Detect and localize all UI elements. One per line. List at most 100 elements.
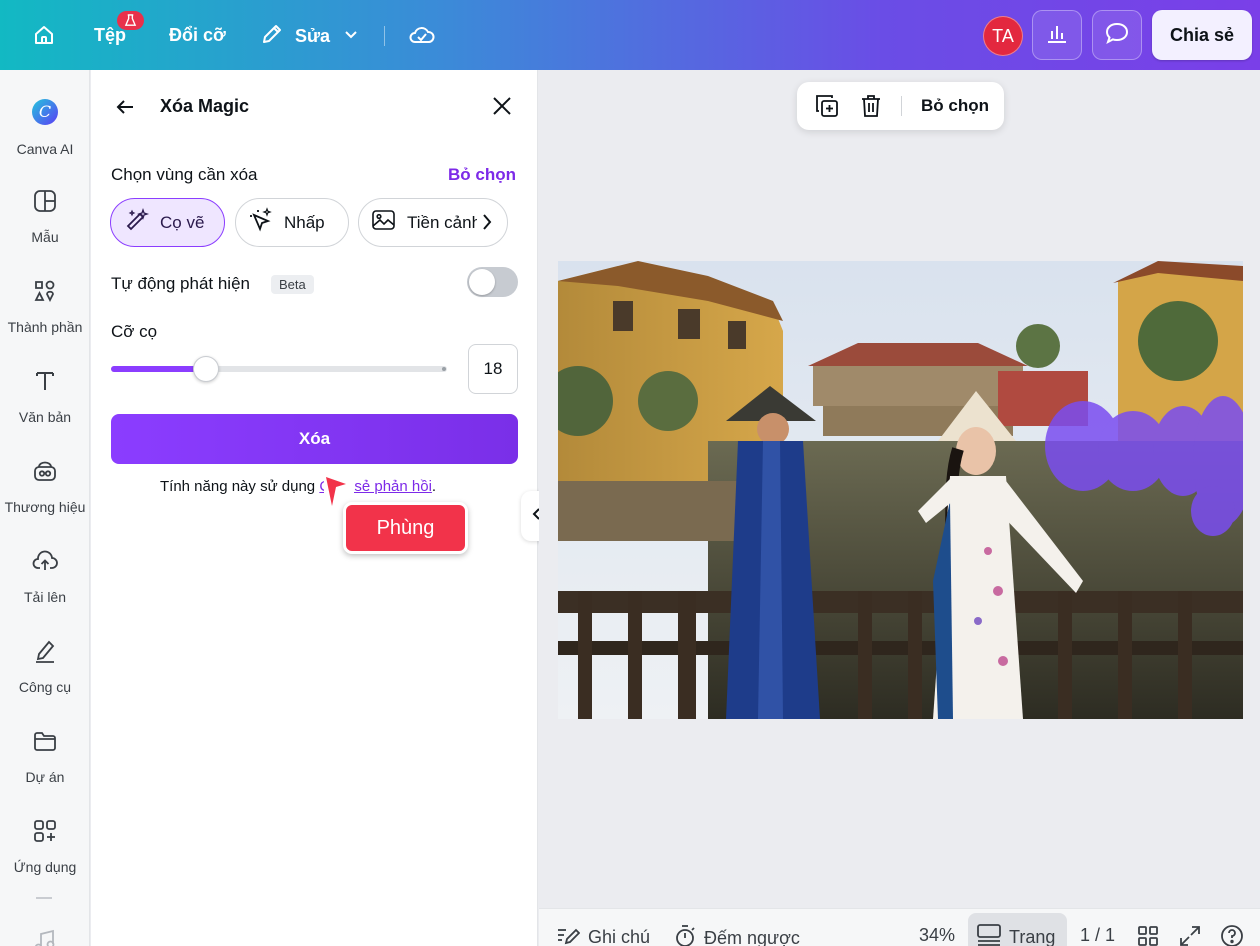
sidebar-item-apps[interactable]: Ứng dụng — [0, 818, 90, 875]
sidebar-item-tools[interactable]: Công cụ — [0, 638, 90, 695]
pencil-icon — [260, 22, 284, 51]
close-icon[interactable] — [491, 95, 513, 122]
sidebar-item-uploads[interactable]: Tải lên — [0, 548, 90, 605]
pages-icon — [977, 924, 1001, 946]
magic-eraser-panel: Xóa Magic Chọn vùng cần xóa Bỏ chọn Cọ v… — [91, 70, 538, 946]
auto-detect-label: Tự động phát hiện — [111, 274, 250, 293]
left-sidebar: C Canva AI Mẫu Thành phần Văn bản Thương… — [0, 70, 90, 946]
templates-icon — [32, 188, 58, 219]
toolbar-divider — [901, 96, 902, 116]
deselect-link[interactable]: Bỏ chọn — [448, 165, 516, 185]
beta-badge: Beta — [271, 275, 314, 294]
sidebar-item-label: Canva AI — [16, 141, 74, 157]
sidebar-divider — [36, 897, 52, 899]
feedback-note: Tính năng này sử dụng Chia sẻ phản hồi. — [160, 478, 436, 495]
tools-icon — [32, 638, 58, 669]
duplicate-icon[interactable] — [814, 93, 840, 124]
edit-menu[interactable]: Sửa — [260, 22, 358, 51]
zoom-level[interactable]: 34% — [919, 925, 955, 946]
sidebar-item-brand[interactable]: Thương hiệu — [0, 458, 90, 515]
brand-icon — [32, 458, 58, 489]
sidebar-item-label: Ứng dụng — [13, 859, 77, 875]
magic-click-icon — [248, 207, 284, 238]
toggle-knob — [469, 269, 495, 295]
page-count: 1 / 1 — [1080, 925, 1116, 945]
comments-button[interactable] — [1092, 10, 1142, 60]
top-bar: Tệp Đổi cỡ Sửa TA Chia sẻ — [0, 0, 1260, 70]
stopwatch-icon — [674, 924, 696, 946]
mode-label: Tiền cảnh — [407, 212, 482, 232]
canva-ai-icon: C — [31, 98, 59, 131]
share-button[interactable]: Chia sẻ — [1152, 10, 1252, 60]
mode-label: Nhấp — [284, 212, 325, 232]
edit-label: Sửa — [295, 26, 331, 46]
chevron-right-icon[interactable] — [477, 213, 503, 236]
folder-icon — [32, 728, 58, 759]
upload-icon — [32, 548, 58, 579]
home-icon[interactable] — [32, 23, 56, 47]
feedback-note-suffix: . — [431, 478, 437, 495]
apps-icon — [32, 818, 58, 849]
sidebar-item-label: Thương hiệu — [4, 499, 86, 515]
sidebar-item-canva-ai[interactable]: C Canva AI — [0, 98, 90, 157]
sidebar-item-label: Thành phần — [7, 319, 83, 335]
magic-brush-icon — [124, 207, 160, 238]
collaborator-name-tag: Phùng — [343, 502, 468, 554]
sidebar-item-audio[interactable] — [0, 928, 90, 946]
panel-title: Xóa Magic — [160, 96, 250, 116]
chevron-down-icon — [344, 26, 358, 47]
comment-icon — [1104, 20, 1130, 51]
sidebar-item-label: Mẫu — [31, 229, 59, 245]
back-arrow-icon[interactable] — [113, 95, 137, 124]
brush-size-slider[interactable] — [111, 356, 447, 382]
bar-chart-icon — [1045, 21, 1069, 50]
sidebar-item-text[interactable]: Văn bản — [0, 368, 90, 425]
music-icon — [32, 928, 58, 946]
slider-fill — [111, 366, 207, 372]
trash-icon[interactable] — [859, 93, 883, 124]
sidebar-item-label: Văn bản — [18, 409, 72, 425]
elements-icon — [32, 278, 58, 309]
canvas-photo[interactable] — [558, 261, 1243, 719]
feedback-note-text: Tính năng này sử dụng — [160, 478, 320, 495]
notes-label: Ghi chú — [588, 927, 651, 946]
insights-button[interactable] — [1032, 10, 1082, 60]
svg-text:C: C — [39, 102, 51, 121]
notes-icon — [556, 924, 581, 946]
sidebar-item-projects[interactable]: Dự án — [0, 728, 90, 785]
grid-view-icon[interactable] — [1137, 925, 1159, 946]
mode-click-chip[interactable]: Nhấp — [235, 198, 349, 247]
timer-button[interactable]: Đếm ngược — [674, 924, 800, 946]
sidebar-item-elements[interactable]: Thành phần — [0, 278, 90, 335]
notes-button[interactable]: Ghi chú — [556, 924, 650, 946]
user-avatar[interactable]: TA — [983, 16, 1023, 56]
sidebar-item-label: Công cụ — [18, 679, 72, 695]
resize-menu[interactable]: Đổi cỡ — [169, 25, 226, 46]
sidebar-item-templates[interactable]: Mẫu — [0, 188, 90, 245]
fullscreen-icon[interactable] — [1179, 925, 1201, 946]
brush-size-input[interactable]: 18 — [468, 344, 518, 394]
mode-foreground-chip[interactable]: Tiền cảnh — [358, 198, 508, 247]
topbar-divider — [384, 26, 385, 46]
mode-label: Cọ vẽ — [160, 212, 205, 232]
image-landscape-icon — [371, 207, 407, 238]
auto-detect-toggle[interactable] — [467, 267, 518, 297]
cloud-saved-icon[interactable] — [408, 22, 436, 48]
mode-brush-chip[interactable]: Cọ vẽ — [110, 198, 225, 247]
deselect-button[interactable]: Bỏ chọn — [921, 96, 989, 116]
pages-label: Trang — [1009, 927, 1056, 946]
beta-flask-badge — [117, 11, 144, 30]
element-toolbar: Bỏ chọn — [797, 82, 1004, 130]
erase-button[interactable]: Xóa — [111, 414, 518, 464]
help-icon[interactable] — [1220, 924, 1244, 946]
pages-button-content: Trang — [977, 924, 1055, 946]
timer-label: Đếm ngược — [704, 928, 800, 946]
brush-size-label: Cỡ cọ — [111, 322, 158, 341]
text-icon — [32, 368, 58, 399]
sidebar-item-label: Dự án — [25, 769, 65, 785]
slider-end-dot — [442, 367, 446, 371]
sidebar-item-label: Tải lên — [23, 589, 67, 605]
select-area-label: Chọn vùng cần xóa — [111, 165, 258, 184]
bottom-bar: Ghi chú Đếm ngược 34% Trang 1 / 1 — [539, 908, 1260, 946]
slider-thumb[interactable] — [193, 356, 220, 382]
